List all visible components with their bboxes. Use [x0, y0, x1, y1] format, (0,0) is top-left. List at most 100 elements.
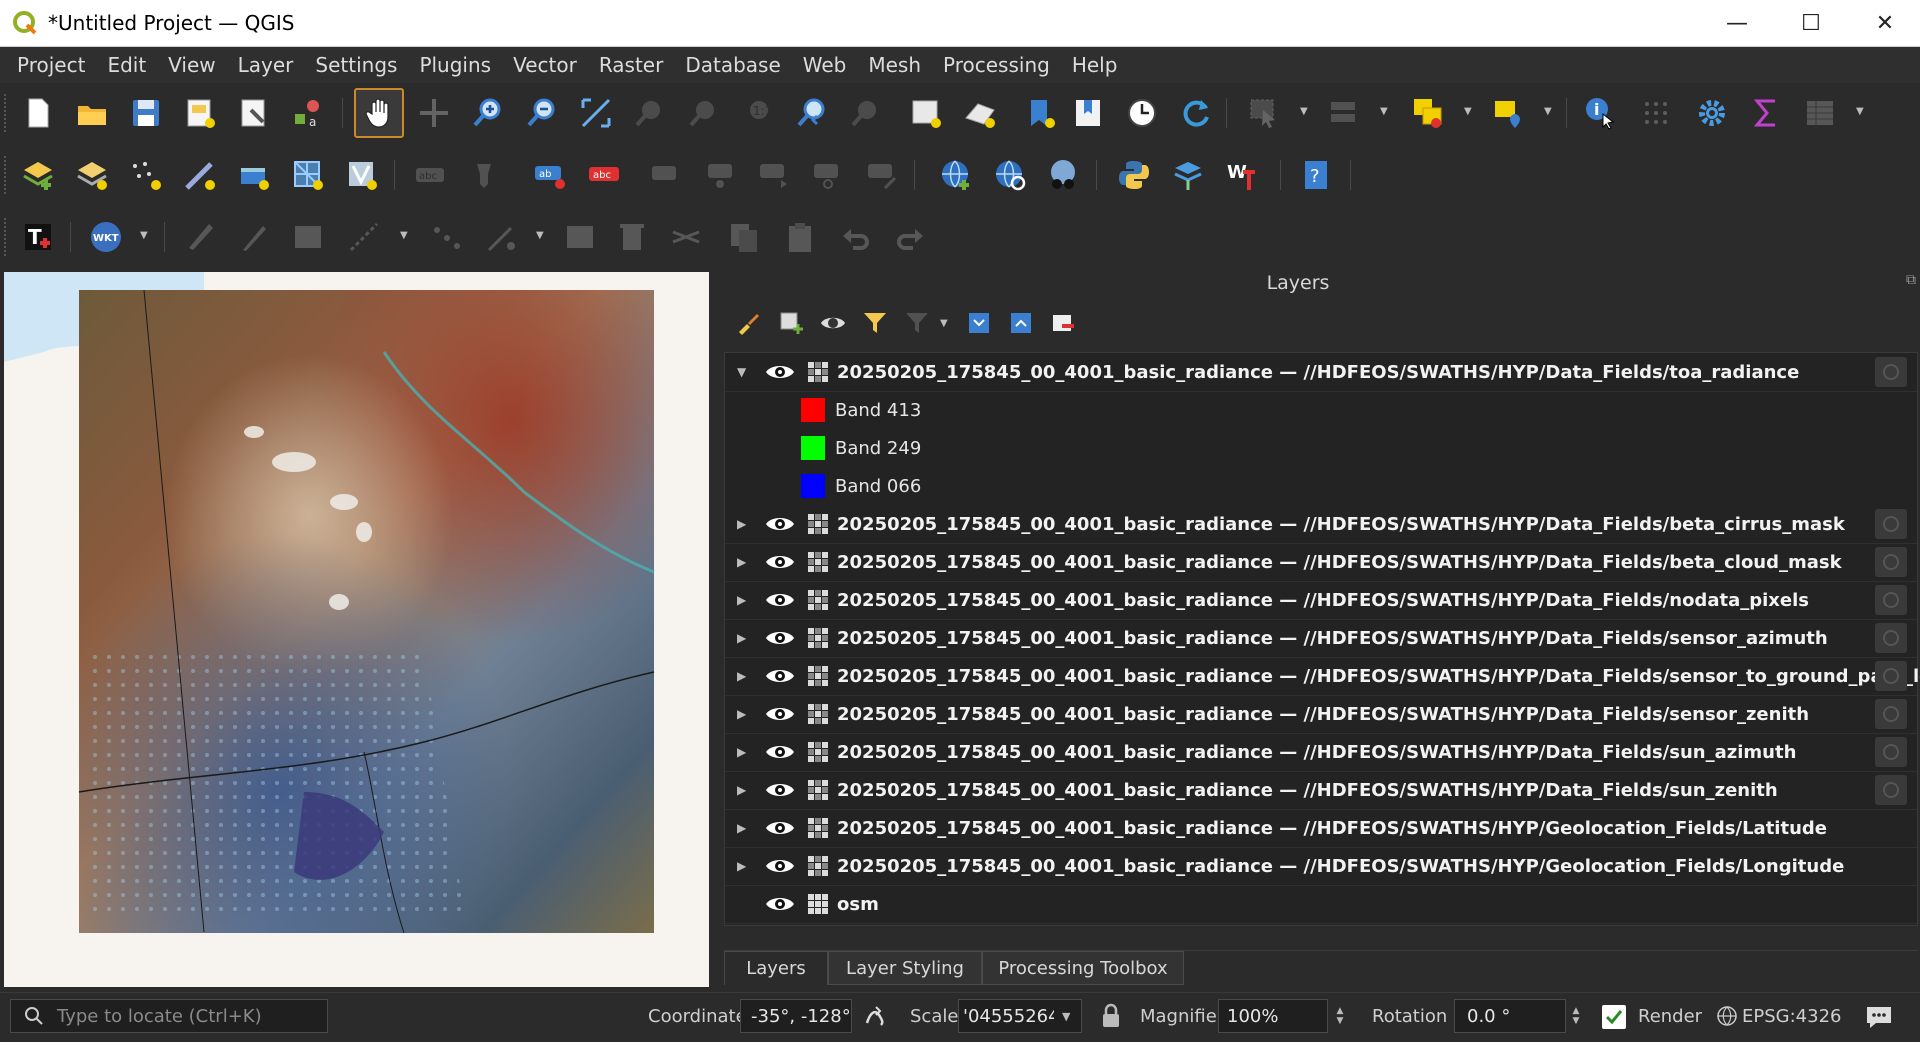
- new-project-icon[interactable]: [18, 94, 58, 132]
- toggle-editing-icon[interactable]: [180, 218, 220, 256]
- modify-attributes-icon[interactable]: [560, 218, 600, 256]
- visibility-eye-icon[interactable]: [765, 590, 795, 610]
- expand-all-icon[interactable]: [962, 306, 996, 340]
- layer-name[interactable]: 20250205_175845_00_4001_basic_radiance —…: [837, 742, 1796, 763]
- change-label-icon[interactable]: [808, 156, 848, 194]
- menu-project[interactable]: Project: [6, 53, 96, 77]
- map-canvas[interactable]: [4, 272, 709, 987]
- temporal-controller-icon[interactable]: [1122, 94, 1162, 132]
- attribute-table-icon[interactable]: [1636, 94, 1676, 132]
- show-bookmarks-icon[interactable]: [1068, 94, 1108, 132]
- layer-name[interactable]: 20250205_175845_00_4001_basic_radiance —…: [837, 780, 1778, 801]
- new-map-view-icon[interactable]: [906, 94, 946, 132]
- show-hide-labels-icon[interactable]: [646, 156, 686, 194]
- menu-raster[interactable]: Raster: [588, 53, 675, 77]
- remove-layer-icon[interactable]: [1046, 306, 1080, 340]
- layer-row[interactable]: ▶ 20250205_175845_00_4001_basic_radiance…: [725, 733, 1917, 772]
- zoom-native-icon[interactable]: 1:1: [738, 94, 778, 132]
- collapse-all-icon[interactable]: [1004, 306, 1038, 340]
- layer-name[interactable]: 20250205_175845_00_4001_basic_radiance —…: [837, 362, 1799, 383]
- move-label-icon[interactable]: [700, 156, 740, 194]
- table-dropdown[interactable]: ▼: [1856, 106, 1864, 117]
- toggle-extents-icon[interactable]: [862, 1003, 888, 1029]
- refresh-icon[interactable]: [1176, 94, 1216, 132]
- filter-legend-icon[interactable]: [858, 306, 892, 340]
- add-arcgis-icon[interactable]: [1044, 156, 1084, 194]
- close-button[interactable]: ✕: [1848, 0, 1920, 46]
- menu-plugins[interactable]: Plugins: [408, 53, 502, 77]
- add-vector-tile-icon[interactable]: [342, 156, 382, 194]
- rotation-input[interactable]: 0.0 °: [1454, 999, 1566, 1033]
- add-point-icon[interactable]: [126, 156, 166, 194]
- new-3d-view-icon[interactable]: [960, 94, 1000, 132]
- toolbar-grip[interactable]: [4, 94, 10, 132]
- layer-name[interactable]: 20250205_175845_00_4001_basic_radiance —…: [837, 628, 1828, 649]
- open-layer-styling-icon[interactable]: [732, 306, 766, 340]
- expand-arrow-icon[interactable]: ▶: [737, 669, 746, 683]
- layer-name[interactable]: osm: [837, 894, 879, 915]
- expand-arrow-icon[interactable]: ▶: [737, 631, 746, 645]
- deselect-dropdown[interactable]: ▼: [1380, 106, 1388, 117]
- open-project-icon[interactable]: [72, 94, 112, 132]
- label-abc-icon[interactable]: abc: [584, 156, 624, 194]
- layer-row[interactable]: ▶ 20250205_175845_00_4001_basic_radiance…: [725, 581, 1917, 620]
- help-icon[interactable]: ?: [1296, 156, 1336, 194]
- add-vector-layer-icon[interactable]: [18, 156, 58, 194]
- menu-layer[interactable]: Layer: [227, 53, 305, 77]
- menu-processing[interactable]: Processing: [932, 53, 1061, 77]
- coordinate-field[interactable]: -35°, -128°: [740, 999, 852, 1033]
- label-toolbar-icon[interactable]: abc: [410, 156, 450, 194]
- add-wms-icon[interactable]: [936, 156, 976, 194]
- visibility-eye-icon[interactable]: [765, 704, 795, 724]
- layer-row[interactable]: ▶ 20250205_175845_00_4001_basic_radiance…: [725, 657, 1920, 696]
- new-bookmark-icon[interactable]: [1020, 94, 1060, 132]
- visibility-eye-icon[interactable]: [765, 552, 795, 572]
- select-polygon-icon[interactable]: [1488, 94, 1528, 132]
- expand-arrow-icon[interactable]: ▶: [737, 517, 746, 531]
- layer-indicator-icon[interactable]: [1875, 661, 1907, 691]
- label-settings-icon[interactable]: [862, 156, 902, 194]
- magnifier-input[interactable]: 100%: [1218, 999, 1328, 1033]
- menu-vector[interactable]: Vector: [502, 53, 588, 77]
- pan-map-icon[interactable]: [354, 88, 404, 138]
- undo-icon[interactable]: [836, 218, 876, 256]
- crs-button[interactable]: EPSG:4326: [1742, 1006, 1841, 1027]
- render-checkbox[interactable]: [1602, 1005, 1626, 1029]
- layer-indicator-icon[interactable]: [1875, 357, 1907, 387]
- layer-row[interactable]: ▶ 20250205_175845_00_4001_basic_radiance…: [725, 695, 1917, 734]
- digitize-line-icon[interactable]: [344, 218, 384, 256]
- layer-row[interactable]: ▶ 20250205_175845_00_4001_basic_radiance…: [725, 505, 1917, 544]
- zoom-out-icon[interactable]: [522, 94, 562, 132]
- expand-arrow-icon[interactable]: ▶: [737, 783, 746, 797]
- layer-indicator-icon[interactable]: [1875, 623, 1907, 653]
- visibility-eye-icon[interactable]: [765, 742, 795, 762]
- layer-row[interactable]: ▼ 20250205_175845_00_4001_basic_radiance…: [725, 353, 1917, 392]
- visibility-eye-icon[interactable]: [765, 514, 795, 534]
- tab-layer-styling[interactable]: Layer Styling: [828, 951, 982, 985]
- select-dropdown[interactable]: ▼: [1300, 106, 1308, 117]
- deselect-icon[interactable]: [1324, 94, 1364, 132]
- menu-mesh[interactable]: Mesh: [857, 53, 932, 77]
- pan-to-selection-icon[interactable]: [414, 94, 454, 132]
- visibility-eye-icon[interactable]: [765, 362, 795, 382]
- layer-indicator-icon[interactable]: [1875, 585, 1907, 615]
- expand-arrow-icon[interactable]: ▶: [737, 555, 746, 569]
- menu-settings[interactable]: Settings: [304, 53, 408, 77]
- layer-indicator-icon[interactable]: [1875, 509, 1907, 539]
- layer-row[interactable]: ▶ 20250205_175845_00_4001_basic_radiance…: [725, 619, 1917, 658]
- zoom-full-icon[interactable]: [576, 94, 616, 132]
- polygon-dropdown[interactable]: ▼: [1544, 106, 1552, 117]
- tab-layers[interactable]: Layers: [724, 951, 828, 985]
- add-group-icon[interactable]: [774, 306, 808, 340]
- select-by-location-icon[interactable]: [1408, 94, 1448, 132]
- undock-panel-icon[interactable]: ⧉: [1906, 272, 1916, 288]
- rotation-spinner[interactable]: ▲ ▼: [1566, 999, 1586, 1033]
- delete-selected-icon[interactable]: [612, 218, 652, 256]
- digitize-icon[interactable]: [180, 156, 220, 194]
- add-virtual-layer-icon[interactable]: [234, 156, 274, 194]
- rotate-label-icon[interactable]: [754, 156, 794, 194]
- visibility-eye-icon[interactable]: [765, 894, 795, 914]
- vertex-tool-icon[interactable]: [482, 218, 522, 256]
- menu-database[interactable]: Database: [674, 53, 791, 77]
- new-print-layout-icon[interactable]: [180, 94, 220, 132]
